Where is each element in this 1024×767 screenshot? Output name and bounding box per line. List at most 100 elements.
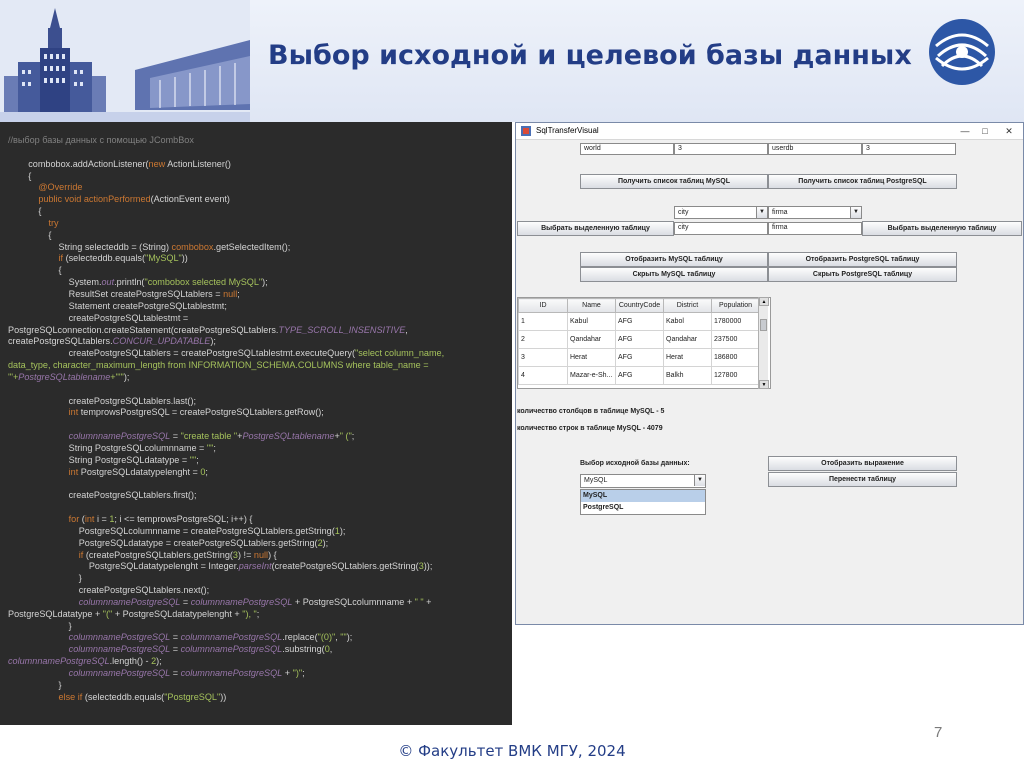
table-cell[interactable]: Qandahar xyxy=(567,330,616,349)
column-header[interactable]: CountryCode xyxy=(615,298,664,313)
code-token: + PostgreSQLcolumnname + xyxy=(292,596,415,607)
code-token: actionPerformed xyxy=(83,194,151,205)
chevron-down-icon[interactable]: ▼ xyxy=(694,475,705,486)
table-cell[interactable]: Herat xyxy=(567,348,616,367)
dropdown-option-mysql[interactable]: MySQL xyxy=(581,490,705,502)
minimize-icon[interactable]: — xyxy=(955,125,975,138)
code-token: } xyxy=(8,620,72,631)
chevron-down-icon[interactable]: ▼ xyxy=(850,207,861,218)
mysql-count-field[interactable]: 3 xyxy=(674,143,768,155)
table-cell[interactable]: 1780000 xyxy=(711,312,760,331)
code-token: ; i <= temprowsPostgreSQL; i++) { xyxy=(114,514,253,524)
university-building-illustration xyxy=(0,0,250,122)
scroll-down-icon[interactable]: ▼ xyxy=(759,380,769,389)
code-token: { xyxy=(8,206,42,217)
code-token: columnnamePostgreSQL xyxy=(68,644,171,655)
column-header[interactable]: District xyxy=(663,298,712,313)
pg-table-combo-value: firma xyxy=(772,209,788,216)
code-token: PostgreSQLtablename xyxy=(18,371,111,382)
code-token: ResultSet createPostgreSQLtablers = xyxy=(8,288,224,299)
code-token: columnnamePostgreSQL xyxy=(78,596,181,607)
table-cell[interactable]: AFG xyxy=(615,330,664,349)
code-token: { xyxy=(8,229,52,240)
table-row[interactable]: 4 Mazar-e-Sh... AFG Balkh 127800 xyxy=(518,366,760,385)
code-token: createPostgreSQLtablers = createPostgreS… xyxy=(8,348,355,359)
code-token: )) xyxy=(220,691,227,702)
table-cell[interactable]: Herat xyxy=(663,348,712,367)
table-cell[interactable]: 2 xyxy=(518,330,568,349)
mysql-data-table: ID Name CountryCode District Population … xyxy=(517,297,771,389)
window-titlebar[interactable]: SqlTransferVisual — □ ✕ xyxy=(516,123,1023,140)
code-line: createPostgreSQLtablers.CONCUR_UPDATABLE… xyxy=(8,336,508,348)
hide-pg-table-button[interactable]: Скрыть PostgreSQL таблицу xyxy=(768,267,957,282)
code-line: @Override xyxy=(8,182,508,194)
hide-mysql-table-button[interactable]: Скрыть MySQL таблицу xyxy=(580,267,768,282)
dropdown-option-postgresql[interactable]: PostgreSQL xyxy=(581,502,705,514)
code-token: "PostgreSQL" xyxy=(164,691,221,702)
code-token: null xyxy=(253,549,269,560)
code-line: int temprowsPostgreSQL = createPostgreSQ… xyxy=(8,407,508,419)
table-row[interactable]: 3 Herat AFG Herat 186800 xyxy=(518,348,760,367)
table-vertical-scrollbar[interactable]: ▲ ▼ xyxy=(758,297,769,389)
close-icon[interactable]: ✕ xyxy=(999,125,1019,138)
table-cell[interactable]: AFG xyxy=(615,312,664,331)
table-cell[interactable]: Kabul xyxy=(567,312,616,331)
code-token: ActionListener() xyxy=(165,158,231,169)
column-header[interactable]: Population xyxy=(711,298,760,313)
select-pg-table-button[interactable]: Выбрать выделенную таблицу xyxy=(862,221,1022,236)
table-row[interactable]: 1 Kabul AFG Kabol 1780000 xyxy=(518,312,760,331)
get-pg-tables-button[interactable]: Получить список таблиц PostgreSQL xyxy=(768,174,957,189)
code-line: } xyxy=(8,573,508,585)
slide: Выбор исходной и целевой базы данных //в… xyxy=(0,0,1024,767)
get-mysql-tables-button[interactable]: Получить список таблиц MySQL xyxy=(580,174,768,189)
code-token: new xyxy=(148,158,166,169)
selected-mysql-table-field[interactable]: city xyxy=(674,222,768,235)
table-cell[interactable]: 237500 xyxy=(711,330,760,349)
select-mysql-table-button[interactable]: Выбрать выделенную таблицу xyxy=(517,221,674,236)
source-db-combo[interactable]: MySQL ▼ xyxy=(580,474,706,488)
code-token: String selecteddb = (String) xyxy=(8,241,172,252)
code-token: '"+ xyxy=(8,371,19,382)
mysql-table-combo[interactable]: city ▼ xyxy=(674,206,768,219)
code-token: "(0)" xyxy=(317,632,336,643)
table-cell[interactable]: Qandahar xyxy=(663,330,712,349)
table-cell[interactable]: Mazar-e-Sh... xyxy=(567,366,616,385)
table-cell[interactable]: Kabol xyxy=(663,312,712,331)
code-token: (ActionEvent event) xyxy=(150,194,230,205)
code-token: "MySQL" xyxy=(144,253,182,264)
pg-count-field[interactable]: 3 xyxy=(862,143,956,155)
code-token: = xyxy=(170,667,181,678)
scroll-up-icon[interactable]: ▲ xyxy=(759,297,769,306)
code-token: null xyxy=(223,288,238,299)
table-cell[interactable]: 127800 xyxy=(711,366,760,385)
mysql-db-field[interactable]: world xyxy=(580,143,674,155)
code-line: PostgreSQLdatatype + "(" + PostgreSQLdat… xyxy=(8,609,508,621)
pg-table-combo[interactable]: firma ▼ xyxy=(768,206,862,219)
code-token: columnnamePostgreSQL xyxy=(68,431,171,442)
show-mysql-table-button[interactable]: Отобразить MySQL таблицу xyxy=(580,252,768,267)
table-cell[interactable]: AFG xyxy=(615,366,664,385)
scroll-thumb[interactable] xyxy=(760,319,767,331)
show-expression-button[interactable]: Отобразить выражение xyxy=(768,456,957,471)
chevron-down-icon[interactable]: ▼ xyxy=(756,207,767,218)
pg-db-field[interactable]: userdb xyxy=(768,143,862,155)
mysql-table-combo-value: city xyxy=(678,209,689,216)
selected-pg-table-field[interactable]: firma xyxy=(768,222,862,235)
maximize-icon[interactable]: □ xyxy=(975,125,995,138)
table-cell[interactable]: 3 xyxy=(518,348,568,367)
column-header[interactable]: ID xyxy=(518,298,568,313)
table-cell[interactable]: 186800 xyxy=(711,348,760,367)
code-line: System.out.println("combobox selected My… xyxy=(8,277,508,289)
code-line: { xyxy=(8,265,508,277)
code-token: columnnamePostgreSQL xyxy=(8,656,110,667)
table-cell[interactable]: Balkh xyxy=(663,366,712,385)
table-cell[interactable]: 1 xyxy=(518,312,568,331)
table-cell[interactable]: AFG xyxy=(615,348,664,367)
column-header[interactable]: Name xyxy=(567,298,616,313)
transfer-table-button[interactable]: Перенести таблицу xyxy=(768,472,957,487)
code-line: '"+PostgreSQLtablename+"'"); xyxy=(8,372,508,384)
show-pg-table-button[interactable]: Отобразить PostgreSQL таблицу xyxy=(768,252,957,267)
table-row[interactable]: 2 Qandahar AFG Qandahar 237500 xyxy=(518,330,760,349)
table-cell[interactable]: 4 xyxy=(518,366,568,385)
